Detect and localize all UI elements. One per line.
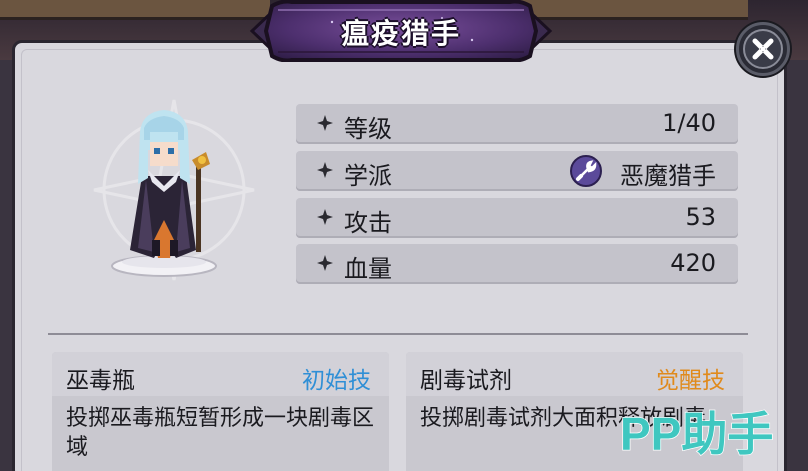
skill-card-header: 巫毒瓶 初始技 [52, 352, 389, 396]
stat-label-attack: 攻击 [344, 209, 392, 237]
skill-name: 巫毒瓶 [66, 368, 135, 394]
watermark-logo: PP助手 [619, 407, 774, 461]
stat-value-hp: 420 [670, 249, 716, 277]
four-point-star-icon [317, 255, 333, 271]
stat-row-school: 学派 恶魔猎手 [296, 151, 738, 191]
stat-label-level: 等级 [344, 115, 392, 143]
hero-portrait [84, 90, 264, 290]
four-point-star-icon [317, 209, 333, 225]
four-point-star-icon [317, 162, 333, 178]
background-frame-left [0, 0, 270, 20]
stat-label-hp: 血量 [344, 255, 392, 283]
stat-value-attack: 53 [685, 203, 716, 231]
section-divider [48, 333, 748, 335]
skill-description: 投掷巫毒瓶短暂形成一块剧毒区域 [66, 406, 375, 460]
stat-value-school: 恶魔猎手 [620, 162, 716, 190]
hero-title: 瘟疫猎手 [340, 17, 461, 50]
close-button[interactable] [736, 22, 790, 76]
close-x-icon [752, 38, 774, 60]
watermark-text: PP助手 [620, 408, 773, 460]
title-plate: 瘟疫猎手 [242, 0, 560, 62]
skill-name: 剧毒试剂 [420, 368, 512, 394]
stat-row-hp: 血量 420 [296, 244, 738, 284]
four-point-star-icon [317, 115, 333, 131]
close-button-face [743, 29, 783, 69]
hero-sprite [93, 99, 255, 281]
skill-tag-initial: 初始技 [302, 368, 371, 394]
stat-label-school: 学派 [344, 162, 392, 190]
stat-row-level: 等级 1/40 [296, 104, 738, 144]
skill-tag-awakening: 觉醒技 [656, 368, 725, 394]
stat-row-attack: 攻击 53 [296, 198, 738, 238]
stat-value-level: 1/40 [662, 109, 716, 137]
skill-card-header: 剧毒试剂 觉醒技 [406, 352, 743, 396]
demon-hunter-wrench-icon [570, 155, 602, 187]
skill-card-initial[interactable]: 巫毒瓶 初始技 投掷巫毒瓶短暂形成一块剧毒区域 [52, 352, 389, 471]
